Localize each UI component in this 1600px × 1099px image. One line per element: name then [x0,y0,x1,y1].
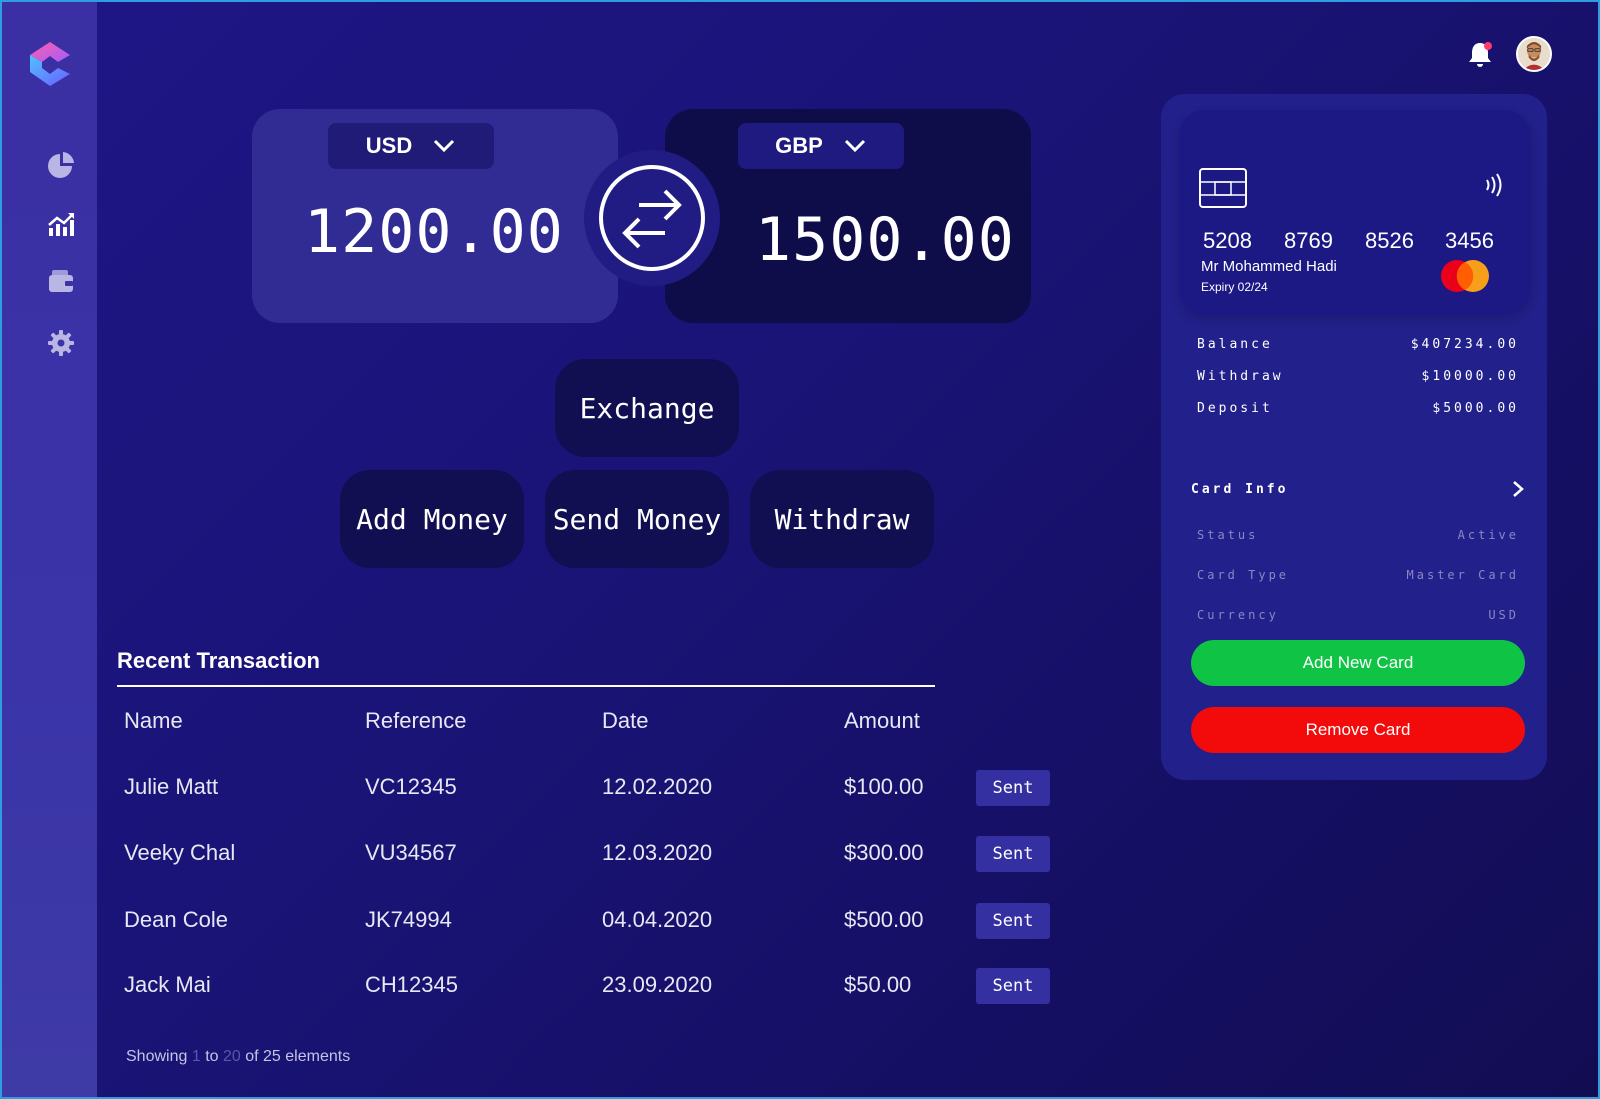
withdraw-label: Withdraw [1197,369,1284,384]
card-number-group: 3456 [1445,228,1494,253]
row-reference: CH12345 [365,972,458,997]
row-date: 23.09.2020 [602,972,713,997]
sidebar [2,2,97,1097]
status-row: Status Active [1197,528,1519,542]
table-row[interactable]: Julie Matt VC12345 12.02.2020 $100.00 Se… [124,770,1054,814]
settings-icon[interactable] [46,328,76,358]
bell-icon[interactable] [1466,39,1494,69]
table-row[interactable]: Jack Mai CH12345 23.09.2020 $50.00 Sent [124,968,1054,1012]
card-number-group: 5208 [1203,228,1252,253]
withdraw-row: Withdraw $10000.00 [1197,369,1519,384]
contactless-icon [1486,173,1502,197]
avatar-image [1518,38,1550,70]
balance-row: Balance $407234.00 [1197,337,1519,352]
table-row[interactable]: Dean Cole JK74994 04.04.2020 $500.00 Sen… [124,903,1054,947]
card-info-title: Card Info [1191,481,1289,497]
withdraw-button[interactable]: Withdraw [750,470,934,568]
card-holder-name: Mr Mohammed Hadi [1201,258,1337,275]
send-money-button[interactable]: Send Money [545,470,729,568]
swap-currency-button[interactable] [584,150,720,286]
pagination-from: 1 [191,1048,201,1065]
deposit-label: Deposit [1197,401,1273,416]
to-currency-label: GBP [775,133,823,158]
status-badge[interactable]: Sent [976,770,1050,806]
row-name: Veeky Chal [124,840,236,865]
row-date: 04.04.2020 [602,907,713,932]
column-header-amount: Amount [844,708,920,733]
card-type-value: Master Card [1406,568,1519,582]
status-badge[interactable]: Sent [976,968,1050,1004]
avatar[interactable] [1516,36,1552,72]
from-currency-select[interactable]: USD [328,123,494,169]
divider [117,685,935,687]
row-reference: JK74994 [365,907,452,932]
remove-card-button[interactable]: Remove Card [1191,707,1525,753]
chevron-down-icon [434,139,455,153]
status-label: Status [1197,528,1259,542]
status-value: Active [1457,528,1519,542]
row-reference: VU34567 [365,840,457,865]
card-chip-icon [1199,168,1247,208]
card-info-toggle[interactable]: Card Info [1191,480,1525,498]
chevron-right-icon [1513,481,1524,497]
row-date: 12.03.2020 [602,840,713,865]
logo-icon[interactable] [30,42,70,86]
add-new-card-button[interactable]: Add New Card [1191,640,1525,686]
table-header: Name Reference Date Amount [124,708,1054,748]
row-amount: $300.00 [844,840,924,865]
to-amount[interactable]: 1500.00 [755,205,1015,275]
pie-chart-icon[interactable] [46,150,76,180]
currency-row: Currency USD [1197,608,1519,622]
row-name: Dean Cole [124,907,228,932]
currency-value: USD [1488,608,1519,622]
balance-value: $407234.00 [1410,337,1519,352]
card-expiry: Expiry 02/24 [1201,280,1268,294]
exchange-button[interactable]: Exchange [555,359,739,457]
card-type-label: Card Type [1197,568,1290,582]
row-name: Jack Mai [124,972,211,997]
card-number-group: 8526 [1365,228,1414,253]
credit-card[interactable]: 5208 8769 8526 3456 Mr Mohammed Hadi Exp… [1179,110,1531,315]
card-panel: 5208 8769 8526 3456 Mr Mohammed Hadi Exp… [1161,94,1547,780]
withdraw-value: $10000.00 [1421,369,1519,384]
from-currency-label: USD [365,133,413,158]
wallet-icon[interactable] [46,266,76,296]
analytics-icon[interactable] [46,210,76,240]
row-amount: $100.00 [844,774,924,799]
chevron-down-icon [844,139,865,153]
pagination-total: of 25 elements [245,1048,351,1065]
from-amount[interactable]: 1200.00 [304,197,564,267]
pagination-info: Showing 1 to 20 of 25 elements [126,1048,350,1066]
card-number-group: 8769 [1284,228,1333,253]
card-type-row: Card Type Master Card [1197,568,1519,582]
header-actions [1466,36,1552,72]
row-amount: $500.00 [844,907,924,932]
row-date: 12.02.2020 [602,774,713,799]
pagination-showing: Showing [126,1048,188,1065]
deposit-row: Deposit $5000.00 [1197,401,1519,416]
status-badge[interactable]: Sent [976,903,1050,939]
mastercard-logo-icon [1441,260,1489,292]
balance-label: Balance [1197,337,1273,352]
pagination-to-word: to [205,1048,219,1065]
to-currency-select[interactable]: GBP [738,123,904,169]
column-header-reference: Reference [365,708,467,733]
table-row[interactable]: Veeky Chal VU34567 12.03.2020 $300.00 Se… [124,836,1054,880]
from-currency-box: USD 1200.00 [252,109,618,323]
add-money-button[interactable]: Add Money [340,470,524,568]
deposit-value: $5000.00 [1432,401,1519,416]
status-badge[interactable]: Sent [976,836,1050,872]
row-name: Julie Matt [124,774,219,799]
recent-transaction-title: Recent Transaction [117,648,320,673]
row-reference: VC12345 [365,774,457,799]
swap-arrows-icon [599,165,705,271]
pagination-to: 20 [222,1048,241,1065]
column-header-name: Name [124,708,183,733]
currency-label: Currency [1197,608,1279,622]
column-header-date: Date [602,708,649,733]
row-amount: $50.00 [844,972,912,997]
